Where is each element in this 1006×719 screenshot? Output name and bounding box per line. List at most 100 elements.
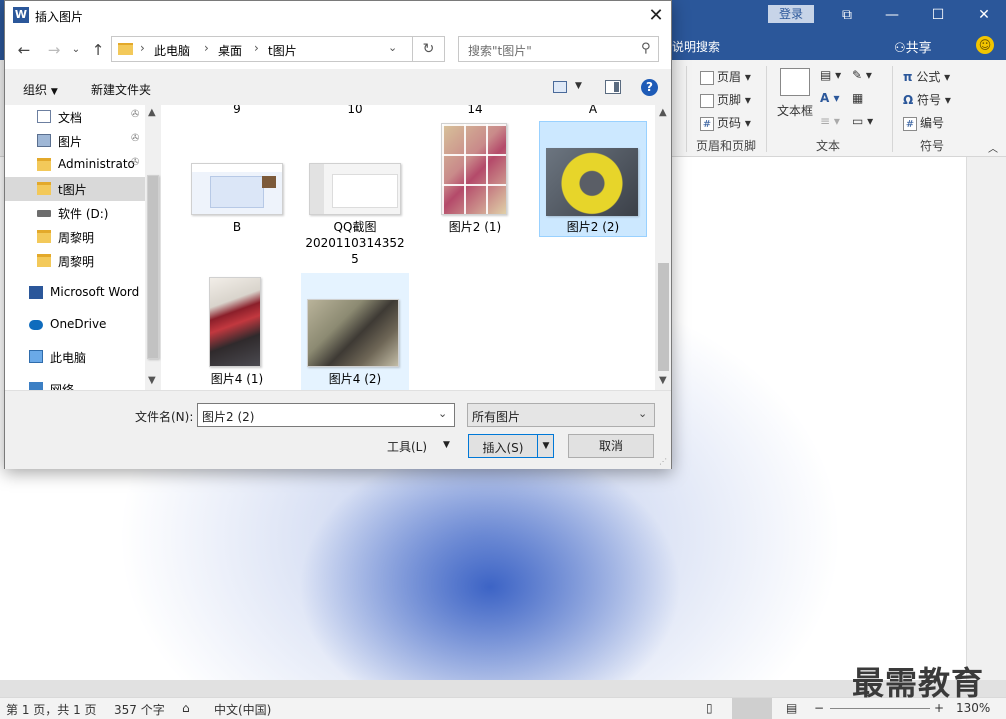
file-item-hovered[interactable]: 图片4 (2): [301, 273, 409, 390]
file-item[interactable]: A: [539, 105, 647, 116]
file-thumbnail: [546, 148, 638, 216]
back-arrow-icon[interactable]: ←: [13, 39, 35, 61]
breadcrumb-current-folder[interactable]: t图片: [268, 42, 297, 59]
file-label: 10: [347, 105, 363, 116]
word-count[interactable]: 357 个字: [114, 701, 165, 718]
preview-pane-icon[interactable]: [605, 80, 621, 94]
help-icon[interactable]: ?: [641, 79, 658, 96]
quick-parts-icon[interactable]: ▤ ▾: [820, 68, 841, 82]
zoom-slider[interactable]: [830, 708, 930, 709]
nav-item-onedrive[interactable]: OneDrive: [5, 313, 145, 337]
forward-arrow-icon[interactable]: →: [43, 39, 65, 61]
dialog-close-icon[interactable]: ✕: [641, 3, 671, 29]
close-window-icon[interactable]: ✕: [969, 4, 999, 26]
recent-locations-chevron-icon[interactable]: ⌄: [65, 39, 87, 61]
signature-line-icon[interactable]: ✎ ▾: [852, 68, 872, 82]
page-count[interactable]: 第 1 页，共 1 页: [6, 701, 97, 718]
object-icon[interactable]: ▭ ▾: [852, 114, 873, 128]
scrollbar-thumb[interactable]: [658, 263, 669, 371]
file-item[interactable]: QQ截图 2020110314352 5: [301, 121, 409, 271]
organize-button[interactable]: 组织 ▼: [23, 81, 58, 98]
nav-item-network[interactable]: 网络: [5, 377, 145, 390]
ribbon-display-icon[interactable]: ⧉: [832, 4, 862, 26]
breadcrumb-desktop[interactable]: 桌面: [218, 42, 242, 59]
file-item[interactable]: 图片2 (1): [421, 121, 529, 237]
file-item[interactable]: 9: [183, 105, 291, 116]
scroll-up-icon[interactable]: ▲: [659, 107, 667, 118]
tools-button[interactable]: 工具(L) ▼: [387, 438, 450, 455]
breadcrumb-this-pc[interactable]: 此电脑: [154, 42, 190, 59]
feedback-smiley-icon[interactable]: ☺: [976, 36, 994, 54]
header-button[interactable]: 页眉 ▾: [700, 68, 751, 85]
wordart-icon[interactable]: A ▾: [820, 91, 840, 105]
file-item[interactable]: B: [183, 121, 291, 237]
nav-item-this-pc[interactable]: 此电脑: [5, 345, 145, 369]
change-view-icon[interactable]: [553, 81, 567, 93]
file-thumbnail: [441, 123, 507, 215]
nav-item-folder[interactable]: 周黎明: [5, 225, 145, 249]
page-number-button[interactable]: # 页码 ▾: [700, 114, 751, 131]
proofing-icon[interactable]: ⌂: [182, 701, 190, 715]
breadcrumb-separator-icon[interactable]: ›: [254, 41, 259, 55]
drop-cap-icon[interactable]: ≡ ▾: [820, 114, 840, 128]
nav-item-administrator[interactable]: Administrato ✇: [5, 153, 145, 177]
address-dropdown-icon[interactable]: ⌄: [388, 41, 397, 54]
chevron-down-icon: ⌄: [638, 407, 648, 420]
file-type-select[interactable]: 所有图片 ⌄: [467, 403, 655, 427]
scroll-down-icon[interactable]: ▼: [659, 375, 667, 386]
minimize-icon[interactable]: —: [877, 4, 907, 26]
nav-item-pictures[interactable]: 图片 ✇: [5, 129, 145, 153]
zoom-out-icon[interactable]: −: [814, 701, 824, 715]
refresh-icon[interactable]: ↻: [413, 36, 445, 62]
scrollbar-thumb[interactable]: [147, 175, 159, 359]
tell-me-search[interactable]: 说明搜索: [672, 38, 720, 55]
nav-item-folder[interactable]: 周黎明: [5, 249, 145, 273]
date-time-icon[interactable]: ▦: [852, 91, 863, 105]
file-item[interactable]: 14: [421, 105, 529, 116]
maximize-icon[interactable]: ☐: [923, 4, 953, 26]
file-list-scrollbar[interactable]: ▲ ▼: [655, 105, 671, 390]
address-bar[interactable]: › 此电脑 › 桌面 › t图片 ⌄: [111, 36, 413, 62]
nav-item-t-pictures[interactable]: t图片: [5, 177, 145, 201]
pin-icon[interactable]: ✇: [131, 133, 139, 144]
print-layout-icon[interactable]: [732, 698, 772, 719]
chevron-down-icon[interactable]: ⌄: [438, 407, 447, 420]
number-button[interactable]: # 编号: [903, 114, 944, 131]
equation-button[interactable]: π 公式 ▾: [903, 68, 950, 85]
pin-icon[interactable]: ✇: [131, 157, 139, 168]
filename-input[interactable]: 图片2 (2) ⌄: [197, 403, 455, 427]
textbox-button[interactable]: 文本框: [777, 102, 813, 119]
search-input[interactable]: 搜索"t图片" ⚲: [458, 36, 659, 62]
collapse-ribbon-icon[interactable]: ︿: [988, 140, 998, 155]
language-indicator[interactable]: 中文(中国): [214, 701, 271, 718]
up-arrow-icon[interactable]: ↑: [87, 39, 109, 61]
login-button[interactable]: 登录: [768, 5, 814, 23]
resize-grip-icon[interactable]: ⋰: [659, 457, 667, 466]
scroll-down-icon[interactable]: ▼: [148, 375, 156, 386]
cancel-button[interactable]: 取消: [568, 434, 654, 458]
footer-button[interactable]: 页脚 ▾: [700, 91, 751, 108]
file-item[interactable]: 10: [301, 105, 409, 116]
breadcrumb-separator-icon[interactable]: ›: [204, 41, 209, 55]
insert-options-caret-icon[interactable]: ▼: [537, 435, 554, 457]
caret-down-icon: ▼: [443, 440, 450, 450]
file-item[interactable]: 图片4 (1): [183, 273, 291, 389]
file-item-selected[interactable]: 图片2 (2): [539, 121, 647, 237]
symbol-button[interactable]: Ω 符号 ▾: [903, 91, 951, 108]
new-folder-button[interactable]: 新建文件夹: [91, 81, 151, 98]
read-mode-icon[interactable]: ▯: [706, 701, 713, 715]
share-button[interactable]: ⚇共享: [894, 37, 932, 56]
nav-item-documents[interactable]: 文档 ✇: [5, 105, 145, 129]
navigation-scrollbar[interactable]: ▲ ▼: [145, 105, 161, 390]
web-layout-icon[interactable]: ▤: [786, 701, 797, 715]
scroll-up-icon[interactable]: ▲: [148, 107, 156, 118]
document-scrollbar[interactable]: [966, 157, 1006, 680]
insert-button[interactable]: 插入(S) ▼: [468, 434, 554, 458]
nav-item-drive-d[interactable]: 软件 (D:): [5, 201, 145, 225]
search-icon: ⚲: [641, 41, 651, 56]
pin-icon[interactable]: ✇: [131, 109, 139, 120]
nav-item-microsoft-word[interactable]: Microsoft Word: [5, 281, 145, 305]
breadcrumb-separator-icon[interactable]: ›: [140, 41, 145, 55]
view-options-caret-icon[interactable]: ▼: [575, 81, 582, 91]
pi-icon: π: [903, 70, 913, 84]
